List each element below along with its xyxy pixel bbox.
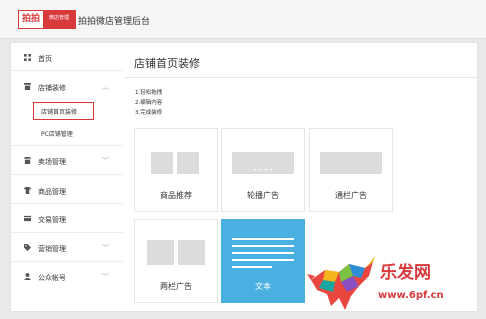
placeholder-block	[178, 240, 205, 265]
sidebar-item-official-account[interactable]: 公众帐号 ﹀	[11, 268, 125, 286]
sidebar-item-store-decoration[interactable]: 店铺装修 ︿	[11, 78, 125, 96]
divider	[11, 203, 125, 204]
sidebar-item-label: 商品管理	[38, 188, 66, 196]
page-title: 店铺首页装修	[134, 57, 200, 70]
app-title: 拍拍微店管理后台	[78, 17, 151, 27]
module-label: 文本	[255, 282, 271, 291]
module-carousel-ad[interactable]: • • • • 轮播广告	[221, 128, 305, 212]
divider	[11, 261, 125, 262]
sidebar-item-label: 首页	[38, 55, 52, 63]
shop-icon	[24, 157, 31, 164]
watermark-url: www.6pf.cn	[378, 290, 444, 301]
module-two-column-ad[interactable]: 两栏广告	[134, 219, 218, 303]
watermark-text: 乐发网	[380, 263, 431, 283]
shirt-icon	[24, 187, 31, 194]
sidebar-item-trade-management[interactable]: 交易管理	[11, 210, 125, 228]
logo-tag: 微店管理	[43, 11, 75, 28]
divider	[11, 145, 125, 146]
top-bar: 拍拍 微店管理 拍拍微店管理后台	[0, 0, 486, 39]
store-icon	[24, 83, 31, 90]
module-banner-ad[interactable]: 通栏广告	[309, 128, 393, 212]
divider	[124, 77, 477, 78]
module-label: 两栏广告	[160, 282, 192, 291]
chevron-down-icon: ﹀	[102, 157, 109, 165]
sidebar-item-shop-management[interactable]: 卖场管理 ﹀	[11, 152, 125, 170]
sidebar-item-marketing-management[interactable]: 营销管理 ﹀	[11, 239, 125, 257]
module-label: 通栏广告	[335, 191, 367, 200]
sidebar-item-home[interactable]: 首页	[11, 49, 125, 67]
module-text[interactable]: 文本	[221, 219, 305, 303]
subitem-pc-store-management[interactable]: PC店铺管理	[41, 129, 73, 138]
sidebar-item-label: 营销管理	[38, 245, 66, 253]
logo-mark: 拍拍	[22, 14, 41, 24]
chevron-down-icon: ﹀	[102, 244, 109, 252]
text-lines-icon	[232, 238, 294, 268]
placeholder-block	[177, 152, 199, 174]
sidebar-item-label: 卖场管理	[38, 158, 66, 166]
module-product-recommend[interactable]: 商品推荐	[134, 128, 218, 212]
chevron-up-icon: ︿	[102, 83, 109, 91]
module-label: 轮播广告	[247, 191, 279, 200]
chevron-down-icon: ﹀	[102, 273, 109, 281]
divider	[11, 232, 125, 233]
carousel-dots-icon: • • • •	[253, 167, 273, 174]
grid-icon	[24, 54, 31, 61]
step-text: 3.完成装修	[135, 110, 163, 116]
placeholder-block	[147, 240, 174, 265]
sidebar-item-label: 交易管理	[38, 216, 66, 224]
tag-icon	[24, 244, 31, 251]
placeholder-block	[151, 152, 173, 174]
module-label: 商品推荐	[160, 191, 192, 200]
divider	[11, 174, 125, 175]
card-icon	[24, 215, 31, 222]
sidebar-item-label: 店铺装修	[38, 84, 66, 92]
divider	[11, 70, 125, 71]
sidebar-item-product-management[interactable]: 商品管理	[11, 182, 125, 200]
subitem-store-home-decoration[interactable]: 店铺首页装修	[41, 107, 77, 116]
sidebar-item-label: 公众帐号	[38, 274, 66, 282]
sidebar: 首页 店铺装修 ︿ 店铺首页装修 PC店铺管理 卖场管理 ﹀ 商品管理 交易管理	[10, 42, 126, 312]
step-text: 2.编辑内容	[135, 100, 163, 106]
user-icon	[24, 273, 31, 280]
step-text: 1.轻松拖拽	[135, 90, 163, 96]
placeholder-block	[320, 152, 382, 174]
logo[interactable]: 拍拍 微店管理	[18, 10, 76, 29]
